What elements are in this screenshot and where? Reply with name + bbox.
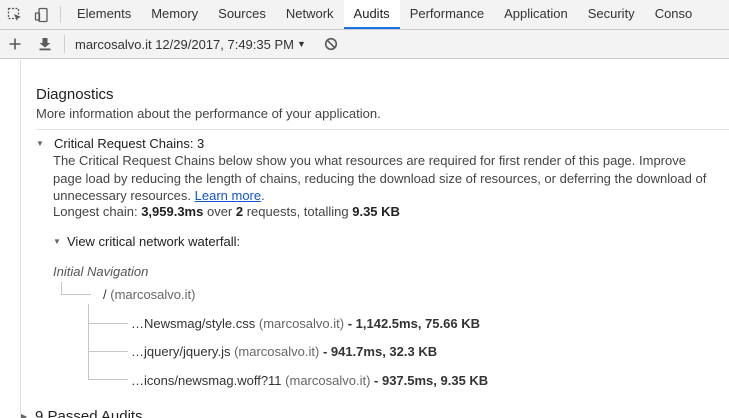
chains-description-text: The Critical Request Chains below show y… [53,153,707,203]
node-host: (marcosalvo.it) [106,287,196,302]
inspect-element-icon[interactable] [0,0,30,29]
expanded-triangle-icon: ▼ [53,237,61,246]
node-url: …Newsmag/style.css [131,316,256,331]
tree-line [88,304,89,380]
chain-child-node: …Newsmag/style.css (marcosalvo.it) - 1,1… [131,316,480,331]
chain-child-node: …jquery/jquery.js (marcosalvo.it) - 941.… [131,344,437,359]
node-url: …icons/newsmag.woff?11 [131,373,282,388]
tab-security[interactable]: Security [578,0,645,29]
waterfall-label: View critical network waterfall: [67,234,241,249]
audits-toolbar: marcosalvo.it 12/29/2017, 7:49:35 PM ▼ [0,30,729,59]
tab-network[interactable]: Network [276,0,344,29]
expanded-triangle-icon: ▼ [36,139,44,148]
passed-audits-label: 9 Passed Audits [35,408,143,418]
longest-chain-size: 9.35 KB [352,204,400,219]
devtools-tab-bar: Elements Memory Sources Network Audits P… [0,0,729,30]
node-host: (marcosalvo.it) [281,373,371,388]
node-host: (marcosalvo.it) [230,344,320,359]
new-audit-button[interactable] [0,30,30,58]
node-url: …jquery/jquery.js [131,344,231,359]
tab-memory[interactable]: Memory [141,0,208,29]
device-toolbar-icon[interactable] [30,0,54,29]
longest-chain-prefix: Longest chain: [53,204,142,219]
diagnostics-description: More information about the performance o… [36,106,381,121]
chain-child-node: …icons/newsmag.woff?11 (marcosalvo.it) -… [131,373,488,388]
report-select-label: marcosalvo.it 12/29/2017, 7:49:35 PM [75,36,294,52]
longest-chain-requests: requests, totalling [243,204,353,219]
diagnostics-title: Diagnostics [36,86,114,103]
longest-chain-summary: Longest chain: 3,959.3ms over 2 requests… [53,204,400,219]
tab-console[interactable]: Conso [645,0,703,29]
tree-line [88,323,128,324]
initial-navigation-label: Initial Navigation [53,264,149,279]
dropdown-arrow-icon: ▼ [296,39,306,49]
passed-audits-toggle[interactable]: ▶ 9 Passed Audits [21,408,143,418]
node-stats: - 937.5ms, 9.35 KB [370,373,489,388]
tree-line [61,294,91,295]
description-period: . [261,188,265,203]
learn-more-link[interactable]: Learn more [195,188,261,203]
critical-request-chains-toggle[interactable]: ▼ Critical Request Chains: 3 [36,136,204,151]
node-stats: - 941.7ms, 32.3 KB [319,344,438,359]
chain-root-node: / (marcosalvo.it) [103,287,195,302]
clear-reports-button[interactable] [324,37,338,51]
tab-application[interactable]: Application [494,0,578,29]
tab-elements[interactable]: Elements [67,0,141,29]
tree-line [88,351,128,352]
collapsed-triangle-icon: ▶ [21,412,28,418]
report-select[interactable]: marcosalvo.it 12/29/2017, 7:49:35 PM ▼ [75,37,306,52]
tab-performance[interactable]: Performance [400,0,494,29]
tree-line [88,379,128,380]
longest-chain-time: 3,959.3ms [141,204,204,219]
critical-request-chains-heading: Critical Request Chains: 3 [54,136,205,151]
longest-chain-over: over [203,204,236,219]
download-icon [39,38,51,51]
block-icon [324,37,337,51]
node-host: (marcosalvo.it) [255,316,345,331]
tab-separator [60,6,61,23]
node-stats: - 1,142.5ms, 75.66 KB [344,316,480,331]
plus-icon [9,38,21,50]
waterfall-toggle[interactable]: ▼ View critical network waterfall: [53,234,240,249]
toolbar-separator [64,35,65,53]
audit-report: Diagnostics More information about the p… [20,60,729,418]
tab-sources[interactable]: Sources [208,0,276,29]
download-report-button[interactable] [30,30,60,58]
tab-audits[interactable]: Audits [343,0,400,29]
critical-request-chains-description: The Critical Request Chains below show y… [53,152,713,205]
section-divider [36,129,729,130]
